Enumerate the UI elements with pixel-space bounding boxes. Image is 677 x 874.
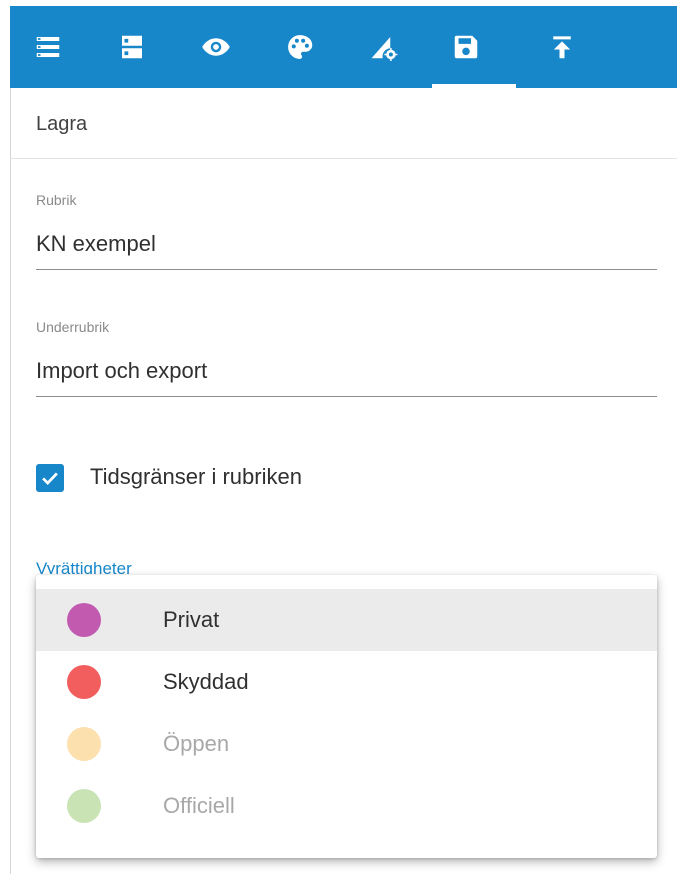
signal-settings-button[interactable] bbox=[350, 6, 418, 88]
time-limits-label[interactable]: Tidsgränser i rubriken bbox=[90, 464, 302, 490]
storage-icon bbox=[122, 35, 142, 59]
upload-button[interactable] bbox=[528, 6, 596, 88]
menu-item-label: Privat bbox=[163, 607, 220, 632]
private-color-dot bbox=[67, 603, 101, 637]
menu-item-label: Öppen bbox=[163, 731, 230, 756]
time-limits-checkbox[interactable] bbox=[36, 464, 64, 492]
signal-settings-icon bbox=[371, 37, 398, 61]
menu-item-label: Skyddad bbox=[163, 669, 249, 694]
list-icon bbox=[36, 37, 60, 57]
official-color-dot bbox=[67, 789, 101, 823]
section-divider bbox=[10, 158, 677, 159]
eye-icon bbox=[202, 38, 230, 56]
title-input-underline bbox=[36, 269, 657, 270]
subtitle-input[interactable]: Import och export bbox=[36, 358, 207, 384]
title-field-label: Rubrik bbox=[36, 192, 77, 208]
save-button[interactable] bbox=[432, 6, 500, 88]
toolbar bbox=[10, 6, 677, 88]
protected-color-dot bbox=[67, 665, 101, 699]
menu-item-private[interactable]: Privat bbox=[36, 589, 657, 651]
visibility-button[interactable] bbox=[182, 6, 250, 88]
menu-item-official: Officiell bbox=[36, 775, 657, 837]
palette-button[interactable] bbox=[266, 6, 334, 88]
menu-item-label: Officiell bbox=[163, 793, 235, 818]
storage-button[interactable] bbox=[98, 6, 166, 88]
menu-item-open: Öppen bbox=[36, 713, 657, 775]
permissions-dropdown-menu: Privat Skyddad Öppen Officiell bbox=[36, 575, 657, 858]
open-color-dot bbox=[67, 727, 101, 761]
checkmark-icon bbox=[42, 472, 58, 486]
permissions-label: Vyrättigheter bbox=[36, 559, 132, 574]
section-title: Lagra bbox=[36, 113, 88, 135]
subtitle-input-underline bbox=[36, 396, 657, 397]
save-icon bbox=[454, 35, 478, 59]
palette-icon bbox=[288, 35, 313, 59]
panel-left-border bbox=[10, 88, 11, 874]
list-view-button[interactable] bbox=[14, 6, 82, 88]
menu-item-protected[interactable]: Skyddad bbox=[36, 651, 657, 713]
title-input[interactable]: KN exempel bbox=[36, 231, 156, 257]
subtitle-field-label: Underrubrik bbox=[36, 319, 110, 335]
upload-icon bbox=[553, 36, 571, 59]
active-tab-indicator bbox=[432, 84, 516, 88]
